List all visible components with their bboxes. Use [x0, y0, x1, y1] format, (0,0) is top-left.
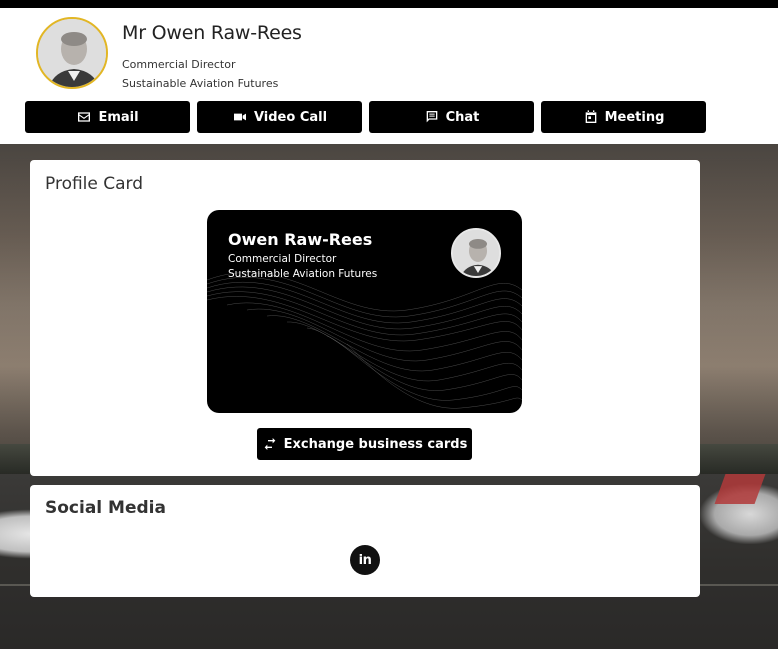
card-avatar [451, 228, 501, 278]
profile-name: Mr Owen Raw-Rees [122, 22, 302, 44]
top-bar [0, 0, 778, 8]
social-media-panel: Social Media in [30, 485, 700, 597]
business-card: Owen Raw-Rees Commercial Director Sustai… [207, 210, 522, 413]
exchange-business-cards-button[interactable]: Exchange business cards [257, 428, 472, 460]
video-call-button-label: Video Call [253, 109, 328, 125]
exchange-button-label: Exchange business cards [283, 436, 468, 452]
meeting-button[interactable]: Meeting [541, 101, 706, 133]
profile-avatar [36, 17, 108, 89]
profile-card-heading: Profile Card [45, 174, 144, 194]
card-title: Commercial Director [228, 253, 337, 265]
profile-card-panel: Profile Card Owen Raw-Rees Commercial Di… [30, 160, 700, 476]
swap-arrows-icon [264, 438, 275, 450]
chat-button-label: Chat [445, 109, 480, 125]
video-camera-icon [233, 113, 246, 121]
meeting-button-label: Meeting [604, 109, 665, 125]
video-call-button[interactable]: Video Call [197, 101, 362, 133]
chat-icon [426, 111, 437, 123]
chat-button[interactable]: Chat [369, 101, 534, 133]
card-company: Sustainable Aviation Futures [228, 268, 378, 280]
linkedin-icon[interactable]: in [350, 545, 380, 575]
profile-header: Mr Owen Raw-Rees Commercial Director Sus… [0, 8, 778, 144]
action-bar: Email Video Call Chat Meeting [25, 101, 706, 133]
email-icon [78, 112, 91, 122]
email-button[interactable]: Email [25, 101, 190, 133]
profile-title: Commercial Director [122, 58, 236, 71]
social-media-heading: Social Media [45, 498, 166, 518]
email-button-label: Email [98, 109, 139, 125]
calendar-icon [585, 110, 596, 123]
card-name: Owen Raw-Rees [228, 230, 373, 249]
profile-company: Sustainable Aviation Futures [122, 77, 279, 90]
linkedin-icon-glyph: in [358, 552, 372, 568]
